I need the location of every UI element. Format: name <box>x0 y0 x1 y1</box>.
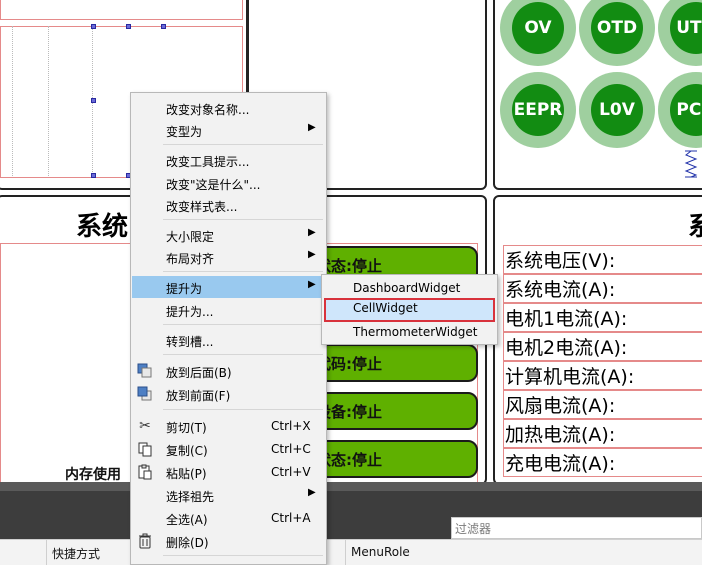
spacer-spring-icon <box>684 150 698 178</box>
left-section-title: 系统 <box>76 212 129 242</box>
menu-item-send-to-back[interactable]: 放到后面(B) <box>132 360 325 382</box>
right-section-title: 系 <box>688 212 702 242</box>
memory-usage-label: 内存使用 <box>65 467 121 483</box>
submenu-item-dashboardwidget[interactable]: DashboardWidget <box>324 278 495 298</box>
context-menu: 改变对象名称... 变型为 ▶ 改变工具提示... 改变"这是什么"... 改变样… <box>130 92 327 565</box>
shortcut-column-header[interactable]: 快捷方式 <box>52 545 100 562</box>
submenu-arrow-icon: ▶ <box>308 487 316 498</box>
resize-handle[interactable] <box>126 24 131 29</box>
menurole-column-header[interactable]: MenuRole <box>351 545 410 559</box>
indicator-eepr: EEPR <box>512 84 564 136</box>
menu-item-morph-into[interactable]: 变型为 ▶ <box>132 119 325 141</box>
promote-to-submenu: DashboardWidget CellWidget ThermometerWi… <box>321 274 498 345</box>
menu-item-go-to-slot[interactable]: 转到槽... <box>132 329 325 351</box>
value-row-fan-current: 风扇电流(A): <box>503 390 702 419</box>
menu-separator <box>163 354 323 355</box>
value-row-heater-current: 加热电流(A): <box>503 419 702 448</box>
menu-item-change-whats-this[interactable]: 改变"这是什么"... <box>132 172 325 194</box>
menu-separator <box>163 409 323 410</box>
menu-item-change-object-name[interactable]: 改变对象名称... <box>132 97 325 119</box>
menu-item-change-stylesheet[interactable]: 改变样式表... <box>132 194 325 216</box>
grid-line <box>12 26 13 176</box>
left-chart-frame <box>0 243 132 483</box>
value-row-motor1-current: 电机1电流(A): <box>503 303 702 332</box>
menu-item-size-constraints[interactable]: 大小限定 ▶ <box>132 224 325 246</box>
menu-item-bring-to-front[interactable]: 放到前面(F) <box>132 383 325 405</box>
paste-icon <box>137 464 153 480</box>
menu-separator <box>163 144 323 145</box>
column-divider <box>345 540 346 565</box>
menu-item-paste[interactable]: 粘贴(P) Ctrl+V <box>132 461 325 483</box>
menu-separator <box>163 555 323 556</box>
filter-input[interactable]: 过滤器 <box>451 517 702 539</box>
menu-item-select-ancestor[interactable]: 选择祖先 ▶ <box>132 484 325 506</box>
resize-handle[interactable] <box>91 98 96 103</box>
submenu-arrow-icon: ▶ <box>308 227 316 238</box>
menu-separator <box>163 219 323 220</box>
status-button-2[interactable]: 代码:停止 <box>310 344 478 382</box>
top-left-widget-frame <box>0 0 243 20</box>
submenu-arrow-icon: ▶ <box>308 122 316 133</box>
column-divider <box>46 540 47 565</box>
submenu-arrow-icon: ▶ <box>308 249 316 260</box>
menu-item-change-tooltip[interactable]: 改变工具提示... <box>132 149 325 171</box>
menu-item-copy[interactable]: 复制(C) Ctrl+C <box>132 438 325 460</box>
resize-handle[interactable] <box>91 173 96 178</box>
indicator-ring: L0V <box>579 72 655 148</box>
menu-item-select-all[interactable]: 全选(A) Ctrl+A <box>132 507 325 529</box>
grid-line <box>48 26 49 176</box>
menu-separator <box>163 324 323 325</box>
indicator-ring: EEPR <box>500 72 576 148</box>
value-row-system-voltage: 系统电压(V): <box>503 245 702 274</box>
indicator-pch: PCH <box>670 84 702 136</box>
value-row-charge-current: 充电电流(A): <box>503 448 702 477</box>
menu-item-promote-to-dialog[interactable]: 提升为... <box>132 299 325 321</box>
copy-icon <box>137 441 153 457</box>
value-row-system-current: 系统电流(A): <box>503 274 702 303</box>
indicator-ov: OV <box>512 2 564 54</box>
indicator-otd: OTD <box>591 2 643 54</box>
resize-handle[interactable] <box>91 24 96 29</box>
value-row-computer-current: 计算机电流(A): <box>503 361 702 390</box>
scissors-icon: ✂ <box>139 418 151 434</box>
value-row-motor2-current: 电机2电流(A): <box>503 332 702 361</box>
splitter[interactable] <box>0 482 702 491</box>
menu-item-layout-alignment[interactable]: 布局对齐 ▶ <box>132 246 325 268</box>
menu-item-delete[interactable]: 删除(D) <box>132 530 325 552</box>
status-button-3[interactable]: 设备:停止 <box>310 392 478 430</box>
trash-icon <box>137 533 153 549</box>
indicator-utd: UTD <box>670 2 702 54</box>
menu-item-promote-to[interactable]: 提升为 ▶ <box>132 276 325 298</box>
status-button-4[interactable]: 状态:停止 <box>310 440 478 478</box>
submenu-item-cellwidget[interactable]: CellWidget <box>324 298 495 322</box>
submenu-item-thermometerwidget[interactable]: ThermometerWidget <box>324 322 495 342</box>
submenu-arrow-icon: ▶ <box>308 279 316 290</box>
bring-to-front-icon <box>137 386 153 402</box>
menu-separator <box>163 271 323 272</box>
menu-item-cut[interactable]: ✂ 剪切(T) Ctrl+X <box>132 415 325 437</box>
send-to-back-icon <box>137 363 153 379</box>
resize-handle[interactable] <box>161 24 166 29</box>
indicator-l0v: L0V <box>591 84 643 136</box>
